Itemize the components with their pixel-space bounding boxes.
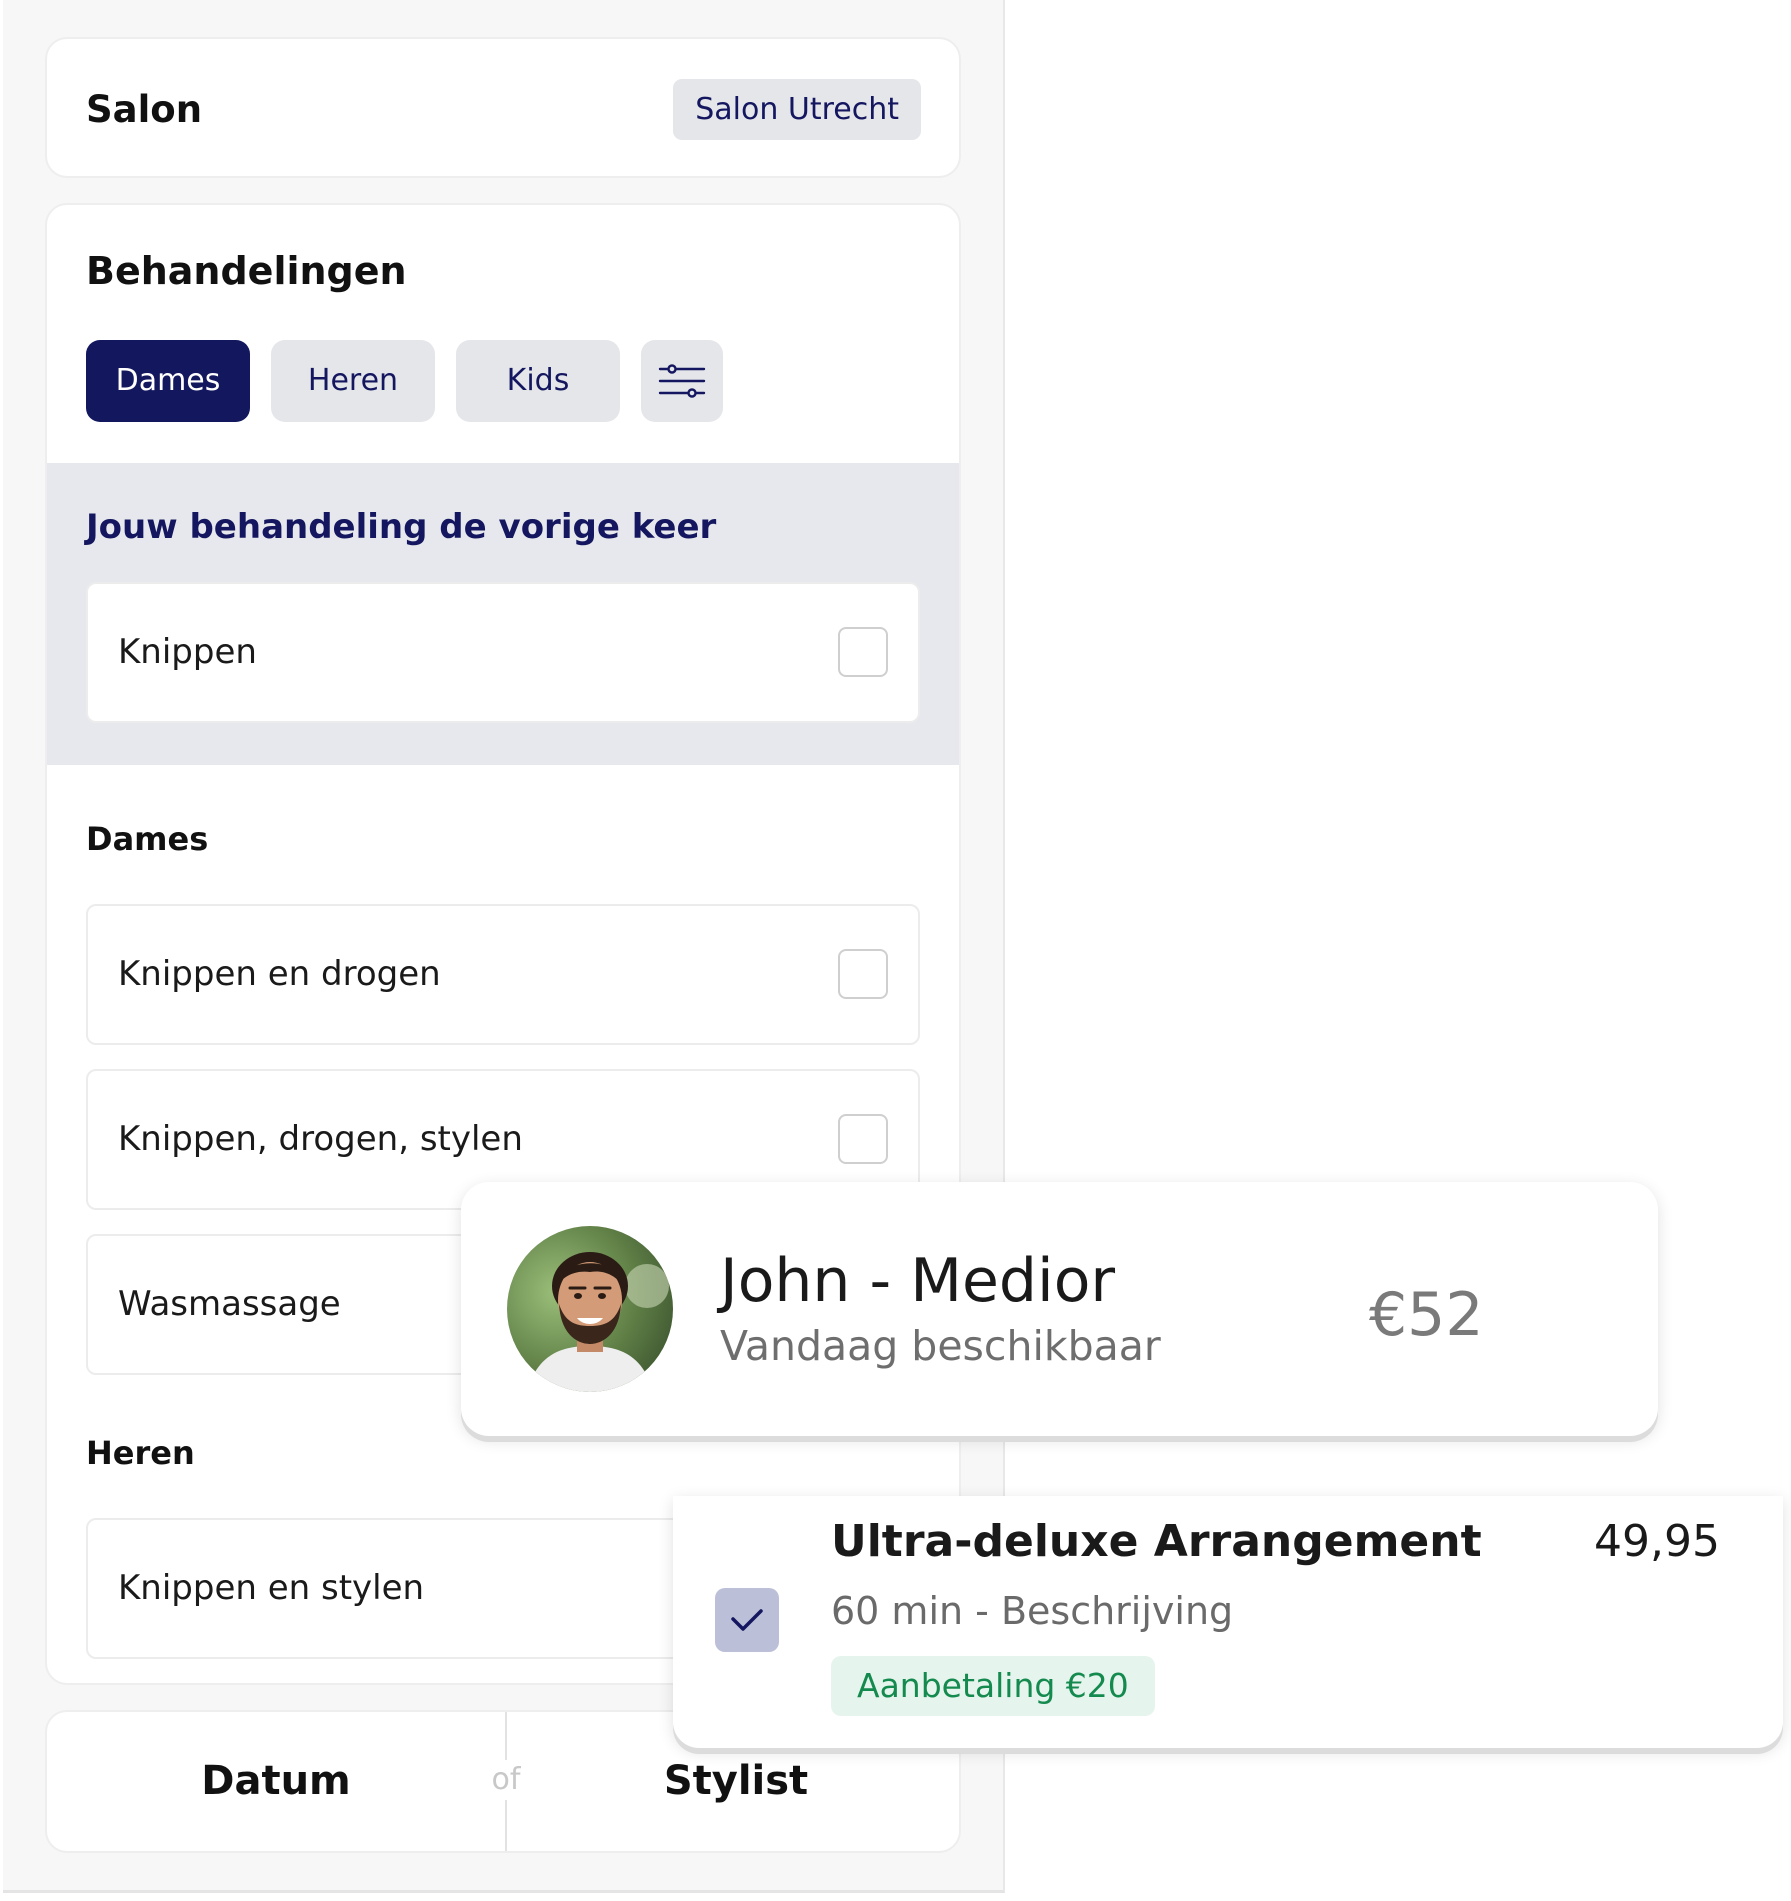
treatment-option[interactable]: Knippen [86,582,920,723]
salon-title: Salon [86,88,203,131]
treatment-option-label: Knippen en stylen [118,1568,425,1608]
section-title-heren: Heren [86,1434,195,1472]
treatment-checkbox[interactable] [838,627,888,677]
stylist-availability: Vandaag beschikbaar [720,1322,1161,1370]
filter-button[interactable] [641,340,723,422]
sliders-icon [658,364,706,398]
previous-treatment-section: Jouw behandeling de vorige keer Knippen [47,463,959,765]
tab-heren[interactable]: Heren [271,340,435,422]
deposit-badge: Aanbetaling €20 [831,1656,1155,1716]
treatment-option-label: Knippen, drogen, stylen [118,1119,523,1159]
treatment-name: Ultra-deluxe Arrangement [831,1516,1482,1567]
treatment-option-label: Knippen [118,632,257,672]
salon-card: Salon Salon Utrecht [45,37,961,178]
treatments-title: Behandelingen [86,249,407,293]
tab-dames[interactable]: Dames [86,340,250,422]
stylist-name: John - Medior [720,1246,1116,1316]
treatments-card: Behandelingen Dames Heren Kids Jouw beha… [45,203,961,1685]
section-title-dames: Dames [86,820,209,858]
treatment-description: 60 min - Beschrijving [831,1589,1234,1633]
treatment-price: 49,95 [1594,1516,1720,1567]
treatment-option-label: Knippen en drogen [118,954,441,994]
avatar [507,1226,673,1392]
or-separator: of [477,1760,535,1800]
datum-button[interactable]: Datum [47,1712,505,1851]
treatment-checkbox[interactable] [838,949,888,999]
stylist-price: €52 [1369,1280,1484,1350]
selected-treatment-card[interactable]: Ultra-deluxe Arrangement 49,95 60 min - … [673,1496,1783,1748]
treatment-checkbox-checked[interactable] [715,1588,779,1652]
treatment-checkbox[interactable] [838,1114,888,1164]
treatment-option-label: Wasmassage [118,1284,341,1324]
salon-location-badge[interactable]: Salon Utrecht [673,79,921,140]
tab-kids[interactable]: Kids [456,340,620,422]
previous-treatment-title: Jouw behandeling de vorige keer [86,507,717,547]
stylist-card[interactable]: John - Medior Vandaag beschikbaar €52 [461,1182,1658,1436]
stylist-photo [507,1226,673,1392]
treatment-option[interactable]: Knippen en drogen [86,904,920,1045]
checkmark-icon [731,1609,763,1631]
